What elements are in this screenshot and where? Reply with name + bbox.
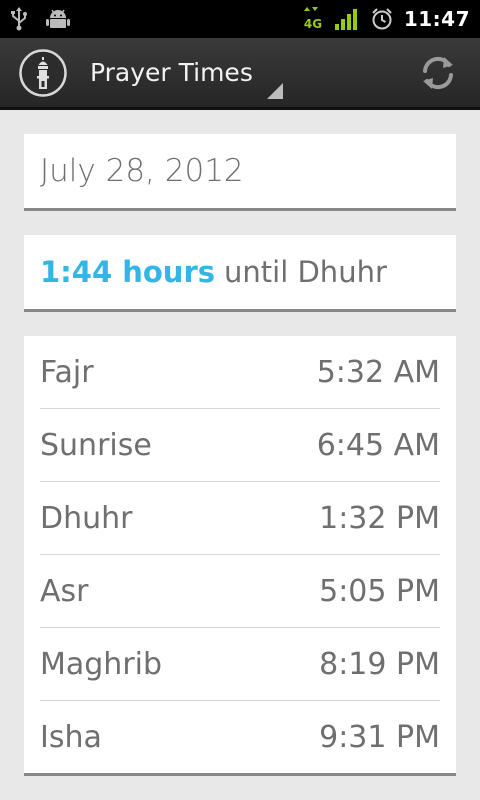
current-date: July 28, 2012 (40, 153, 244, 189)
prayer-name: Fajr (40, 354, 94, 390)
prayer-time: 5:32 AM (316, 354, 440, 390)
prayer-row-sunrise[interactable]: Sunrise 6:45 AM (40, 409, 440, 482)
countdown-hours: 1:44 hours (40, 255, 216, 289)
prayer-time: 1:32 PM (319, 500, 440, 536)
prayer-row-isha[interactable]: Isha 9:31 PM (40, 701, 440, 774)
status-notifications (10, 7, 70, 31)
prayer-row-maghrib[interactable]: Maghrib 8:19 PM (40, 628, 440, 701)
prayer-name: Isha (40, 720, 102, 755)
prayer-name: Sunrise (40, 427, 152, 463)
spinner-dropdown-icon (266, 82, 283, 99)
title-spinner[interactable]: Prayer Times (90, 37, 287, 109)
prayer-row-dhuhr[interactable]: Dhuhr 1:32 PM (40, 482, 440, 555)
prayer-row-asr[interactable]: Asr 5:05 PM (40, 555, 440, 628)
mosque-icon[interactable] (18, 48, 68, 98)
prayer-name: Maghrib (40, 646, 163, 682)
date-card[interactable]: July 28, 2012 (24, 134, 456, 211)
prayer-row-fajr[interactable]: Fajr 5:32 AM (40, 336, 440, 409)
network-4g-icon: 4G (302, 6, 324, 32)
network-type-label: 4G (304, 17, 322, 31)
refresh-icon (423, 56, 453, 89)
usb-icon (10, 7, 28, 31)
action-bar: Prayer Times (0, 38, 480, 110)
prayer-time: 8:19 PM (319, 646, 440, 682)
app-title: Prayer Times (90, 58, 253, 87)
status-system-icons: 4G 11:47 (302, 6, 470, 32)
alarm-clock-icon (370, 7, 394, 31)
android-debug-icon (46, 8, 70, 30)
status-bar: 4G 11:47 (0, 0, 480, 38)
prayer-time: 6:45 AM (316, 427, 440, 463)
next-prayer-countdown: 1:44 hours until Dhuhr (24, 235, 456, 312)
status-clock: 11:47 (403, 7, 470, 31)
prayer-time: 5:05 PM (319, 573, 440, 609)
countdown-suffix: until Dhuhr (224, 255, 387, 289)
prayer-time: 9:31 PM (319, 720, 440, 755)
prayer-times-list: Fajr 5:32 AM Sunrise 6:45 AM Dhuhr 1:32 … (24, 336, 456, 776)
prayer-name: Asr (40, 573, 89, 609)
prayer-name: Dhuhr (40, 500, 133, 536)
signal-strength-icon (334, 7, 360, 31)
refresh-button[interactable] (416, 51, 460, 95)
